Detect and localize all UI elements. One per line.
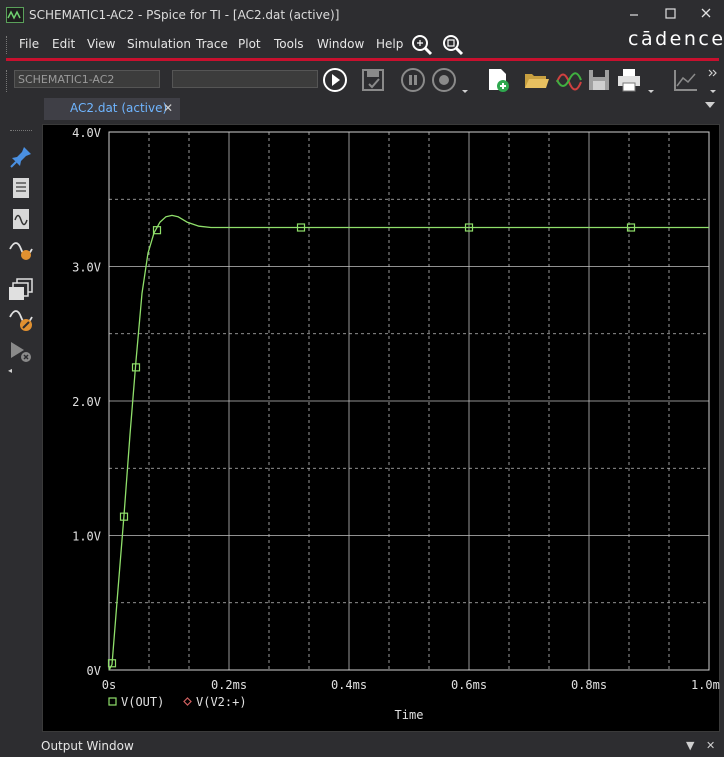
y-tick-label: 4.0V [72,126,101,140]
tab-label: AC2.dat (active) [70,101,168,115]
left-panel-grip[interactable] [10,130,32,135]
new-window-icon[interactable] [8,276,34,302]
legend-marker-square [108,697,117,706]
pin-icon[interactable] [8,144,34,170]
toolbar: SCHEMATIC1-AC2 [0,62,724,98]
x-axis-label: Time [395,708,424,722]
tab-list-dropdown-icon[interactable] [705,102,715,108]
open-icon[interactable] [522,66,550,94]
minimize-icon[interactable] [625,5,643,23]
stop-icon[interactable] [430,66,458,94]
save-settings-icon[interactable] [359,66,387,94]
print-icon[interactable] [615,66,643,94]
x-tick-label: 0.8ms [571,678,607,692]
tab-ac2-dat[interactable]: AC2.dat (active) ✕ [44,98,180,120]
cadence-logo: cādence® [628,28,724,50]
new-profile-icon[interactable] [484,66,512,94]
pause-icon[interactable] [399,66,427,94]
toolbar-overflow-icon[interactable] [707,66,719,94]
menu-bar: File Edit View Simulation Trace Plot Too… [0,30,724,58]
simulation-settings-icon[interactable] [8,175,34,201]
menu-help[interactable]: Help [376,37,403,51]
output-window-dropdown-icon[interactable]: ▼ [686,739,694,752]
menu-simulation[interactable]: Simulation [127,37,191,51]
menu-grip[interactable] [6,36,11,54]
menu-trace[interactable]: Trace [196,37,228,51]
menu-tools[interactable]: Tools [274,37,304,51]
maximize-icon[interactable] [661,5,679,23]
toolbar-grip[interactable] [6,70,11,92]
menu-view[interactable]: View [87,37,115,51]
title-bar: SCHEMATIC1-AC2 - PSpice for TI - [AC2.da… [0,0,724,30]
x-tick-label: 0.6ms [451,678,487,692]
legend-marker-diamond [183,697,192,706]
brand-accent-line [6,58,719,61]
stop-dropdown-icon[interactable] [459,66,471,94]
profile-combo[interactable]: SCHEMATIC1-AC2 [14,70,160,88]
y-tick-label: 2.0V [72,395,101,409]
legend-entry-label: V(OUT) [121,695,164,709]
print-dropdown-icon[interactable] [645,66,657,94]
zoom-area-icon[interactable] [410,33,434,57]
x-tick-label: 0.4ms [331,678,367,692]
document-tab-bar: AC2.dat (active) ✕ [0,98,724,120]
secondary-combo[interactable] [172,70,318,88]
zoom-fit-icon[interactable] [441,33,465,57]
view-simulation-results-icon[interactable] [8,206,34,232]
y-tick-label: 0V [87,664,101,678]
waveform-icon[interactable] [555,66,583,94]
y-tick-label: 3.0V [72,261,101,275]
series-line-0 [108,214,709,671]
waveform-plot[interactable]: 0V 1.0V 2.0V 3.0V 4.0V 0s 0.2ms 0.4ms 0.6ms 0.8ms… [43,125,721,733]
save-icon[interactable] [585,66,613,94]
output-window-close-icon[interactable]: ✕ [706,739,715,752]
window-title: SCHEMATIC1-AC2 - PSpice for TI - [AC2.da… [29,8,340,22]
legend-entry-label: V(V2:+) [196,695,247,709]
left-tool-panel: ◂ [6,130,36,380]
pspice-app-icon [6,7,24,23]
probe-plot-window[interactable]: 0V 1.0V 2.0V 3.0V 4.0V 0s 0.2ms 0.4ms 0.6ms 0.8ms… [42,124,721,733]
left-panel-collapse-icon[interactable]: ◂ [8,366,12,375]
close-icon[interactable] [697,5,715,23]
x-tick-label: 1.0ms [691,678,721,692]
menu-file[interactable]: File [19,37,39,51]
y-tick-label: 1.0V [72,530,101,544]
menu-window[interactable]: Window [317,37,364,51]
run-icon[interactable] [321,66,349,94]
output-window-label: Output Window [41,739,134,753]
menu-edit[interactable]: Edit [52,37,75,51]
axis-settings-icon[interactable] [671,66,699,94]
x-tick-label: 0.2ms [211,678,247,692]
menu-plot[interactable]: Plot [238,37,261,51]
x-tick-label: 0s [102,678,116,692]
tab-close-icon[interactable]: ✕ [163,101,173,115]
evaluate-measurement-icon[interactable] [8,237,34,263]
edit-probe-icon[interactable] [8,307,34,333]
disable-simulation-icon[interactable] [8,338,34,364]
output-window-bar[interactable]: Output Window ▼ ✕ [0,735,724,757]
